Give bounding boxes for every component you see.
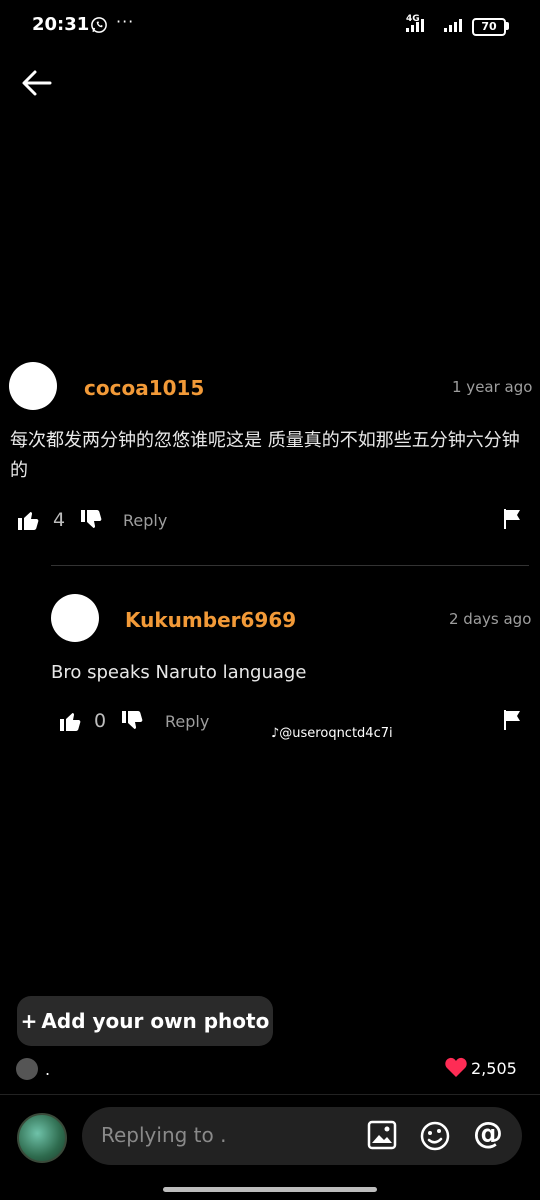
comment-time: 1 year ago (452, 378, 533, 396)
comment-text: 每次都发两分钟的忽悠谁呢这是 质量真的不如那些五分钟六分钟的 (10, 430, 520, 481)
comment-username[interactable]: Kukumber6969 (125, 608, 296, 632)
thumbs-down-icon[interactable] (79, 508, 103, 532)
author-name: . (45, 1060, 51, 1079)
comment-username[interactable]: cocoa1015 (84, 376, 204, 400)
comment-text: Bro speaks Naruto language (51, 662, 307, 683)
signal-icon (406, 19, 424, 32)
like-count: 4 (53, 509, 66, 531)
tiktok-watermark: ♪@useroqnctd4c7i (271, 726, 393, 741)
avatar[interactable] (51, 594, 99, 642)
back-arrow-icon[interactable] (20, 66, 54, 100)
more-dots-icon: ··· (116, 12, 135, 31)
battery-tip (506, 22, 509, 30)
avatar[interactable] (9, 362, 57, 410)
video-like-count: 2,505 (471, 1059, 517, 1078)
reply-button[interactable]: Reply (123, 511, 167, 530)
emoji-icon[interactable] (419, 1120, 451, 1152)
user-avatar[interactable] (17, 1113, 67, 1163)
status-time: 20:31 (32, 14, 90, 35)
plus-icon: + (20, 1009, 38, 1033)
heart-icon[interactable] (444, 1056, 468, 1078)
signal-icon (444, 19, 462, 32)
comment-input-placeholder: Replying to . (101, 1123, 227, 1147)
divider (51, 565, 529, 566)
mention-icon[interactable]: @ (473, 1116, 503, 1151)
image-icon[interactable] (367, 1120, 397, 1150)
video-author-avatar[interactable] (16, 1058, 38, 1080)
flag-icon[interactable] (502, 508, 522, 530)
thumbs-down-icon[interactable] (120, 709, 144, 733)
add-photo-label: Add your own photo (41, 1009, 270, 1033)
home-indicator (163, 1187, 377, 1192)
flag-icon[interactable] (502, 709, 522, 731)
add-photo-button[interactable]: + Add your own photo (17, 996, 273, 1046)
comment-time: 2 days ago (449, 610, 532, 628)
divider (0, 1094, 540, 1095)
reply-button[interactable]: Reply (165, 712, 209, 731)
like-count: 0 (94, 710, 107, 732)
thumbs-up-icon[interactable] (58, 709, 82, 733)
whatsapp-icon (91, 17, 107, 33)
thumbs-up-icon[interactable] (16, 508, 40, 532)
battery-icon: 70 (472, 18, 506, 36)
